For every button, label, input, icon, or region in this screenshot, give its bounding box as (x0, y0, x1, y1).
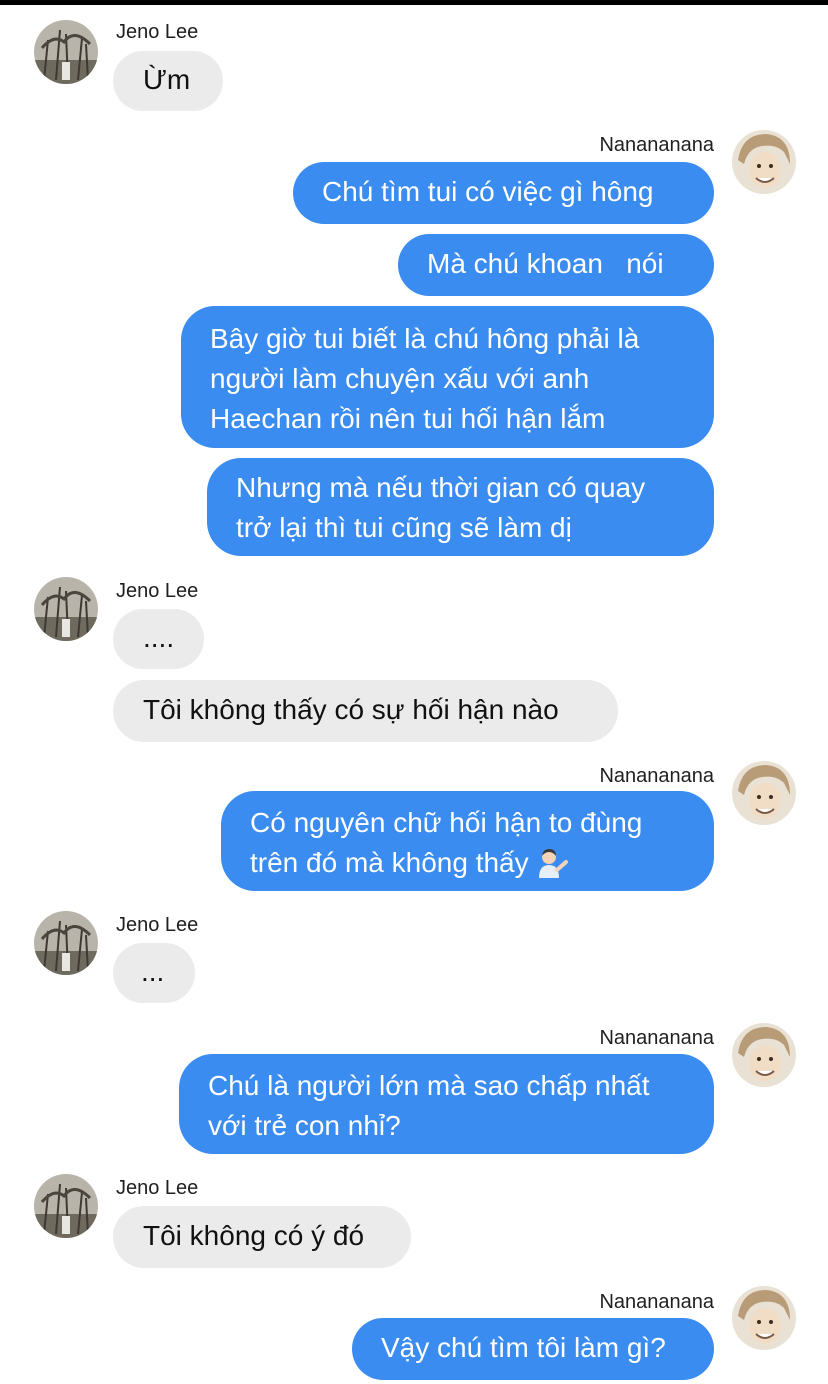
nana-avatar[interactable] (732, 761, 796, 825)
message-line: trên đó mà không thấy (250, 843, 714, 889)
outgoing-message-bubble[interactable]: Chú tìm tui có việc gì hông (293, 162, 714, 224)
message-text: Ừm (143, 64, 191, 95)
person-tipping-hand-emoji-icon (535, 848, 569, 889)
message-text: ... (141, 956, 165, 987)
outgoing-message-bubble[interactable]: Bây giờ tui biết là chú hông phải là ngư… (181, 306, 714, 448)
sender-name-jeno: Jeno Lee (116, 1177, 199, 1199)
outgoing-message-bubble[interactable]: Mà chú khoan nói (398, 234, 714, 296)
incoming-message-bubble[interactable]: ... (113, 943, 195, 1003)
nana-avatar[interactable] (732, 1023, 796, 1087)
message-text: trở lại thì tui cũng sẽ làm dị (236, 512, 572, 543)
message-text: với trẻ con nhỉ? (208, 1110, 401, 1141)
incoming-message-bubble[interactable]: Tôi không có ý đó (113, 1206, 411, 1268)
sender-name-me: Nanananana (599, 1291, 714, 1313)
message-text: người làm chuyện xấu với anh (210, 363, 590, 394)
jeno-avatar[interactable] (34, 1174, 98, 1238)
jeno-avatar[interactable] (34, 911, 98, 975)
jeno-avatar[interactable] (34, 20, 98, 84)
outgoing-message-bubble[interactable]: Nhưng mà nếu thời gian có quay trở lại t… (207, 458, 714, 556)
message-text: Vậy chú tìm tôi làm gì? (381, 1332, 666, 1363)
sender-name-jeno: Jeno Lee (116, 914, 199, 936)
message-text: Nhưng mà nếu thời gian có quay (236, 472, 646, 503)
sender-name-jeno: Jeno Lee (116, 580, 199, 602)
sender-name-me: Nanananana (599, 134, 714, 156)
message-text: .... (143, 622, 175, 653)
outgoing-message-bubble[interactable]: Vậy chú tìm tôi làm gì? (352, 1318, 714, 1380)
message-text: Tôi không có ý đó (143, 1220, 365, 1251)
incoming-message-bubble[interactable]: Tôi không thấy có sự hối hận nào (113, 680, 618, 742)
outgoing-message-bubble[interactable]: Chú là người lớn mà sao chấp nhất với tr… (179, 1054, 714, 1154)
outgoing-message-bubble[interactable]: Có nguyên chữ hối hận to đùng trên đó mà… (221, 791, 714, 891)
incoming-message-bubble[interactable]: Ừm (113, 51, 223, 111)
nana-avatar[interactable] (732, 1286, 796, 1350)
sender-name-me: Nanananana (599, 1027, 714, 1049)
top-edge-bar (0, 0, 828, 5)
message-text: Bây giờ tui biết là chú hông phải là (210, 323, 640, 354)
nana-avatar[interactable] (732, 130, 796, 194)
message-text: Có nguyên chữ hối hận to đùng (250, 807, 643, 838)
incoming-message-bubble[interactable]: .... (113, 609, 204, 669)
sender-name-me: Nanananana (599, 765, 714, 787)
message-text: Mà chú khoan nói (427, 248, 664, 279)
message-text: Chú là người lớn mà sao chấp nhất (208, 1070, 650, 1101)
sender-name-jeno: Jeno Lee (116, 21, 199, 43)
jeno-avatar[interactable] (34, 577, 98, 641)
message-text: Chú tìm tui có việc gì hông (322, 176, 654, 207)
message-text: trên đó mà không thấy (250, 847, 529, 878)
message-text: Tôi không thấy có sự hối hận nào (143, 694, 559, 725)
message-text: Haechan rồi nên tui hối hận lắm (210, 403, 606, 434)
